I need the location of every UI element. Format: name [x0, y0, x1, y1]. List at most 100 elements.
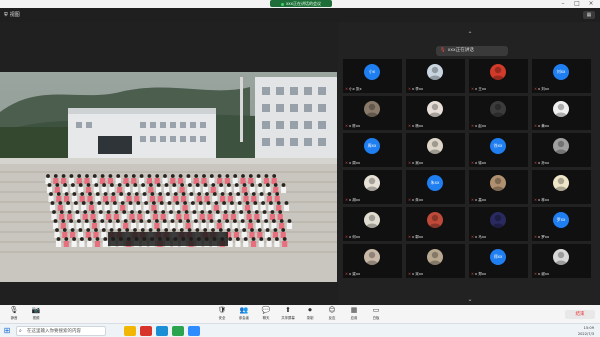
microphone-muted-icon: ✕ — [534, 198, 538, 202]
camera-button[interactable]: 📷 视频 — [26, 306, 46, 322]
chrome-icon[interactable] — [172, 326, 184, 336]
person-head — [233, 219, 237, 223]
participant-tile[interactable]: ✕x 胡xx — [343, 170, 402, 204]
person-head — [142, 192, 147, 196]
participants-button[interactable]: 👥 参会者 — [234, 306, 254, 322]
edge-icon[interactable] — [156, 326, 168, 336]
person-head — [78, 228, 83, 232]
gallery-view-button[interactable]: ▦ — [583, 11, 595, 19]
shield-button[interactable]: 🛡 安全 — [212, 306, 232, 322]
person-head — [97, 201, 102, 205]
person-head — [77, 219, 81, 223]
chevron-up-icon[interactable]: ⌃ — [466, 31, 474, 39]
person-head — [273, 183, 278, 187]
participant-tile[interactable]: ✕x 吴xx — [406, 133, 465, 167]
participant-tile[interactable]: 小x ✕小x 张x — [343, 59, 402, 93]
end-meeting-button[interactable]: 结束 — [565, 310, 595, 319]
close-icon[interactable]: × — [586, 0, 596, 8]
person-body — [85, 187, 92, 193]
person-head — [191, 201, 195, 205]
person-head — [248, 219, 253, 223]
participant-tile[interactable]: ✕x 郭xx — [406, 207, 465, 241]
person-body — [283, 205, 290, 211]
chat-button[interactable]: 💬 聊天 — [256, 306, 276, 322]
person-body — [81, 205, 87, 211]
maximize-icon[interactable]: □ — [572, 0, 582, 8]
person-head — [251, 237, 256, 241]
participant-tile[interactable]: ✕x 梁xx — [343, 244, 402, 278]
participant-tile[interactable]: ✕x 马xx — [469, 207, 528, 241]
participant-tile[interactable]: ✕x 赵xx — [469, 96, 528, 130]
participant-tile[interactable]: ✕x 谢xx — [532, 244, 591, 278]
participant-tile[interactable]: 郑xx ✕x 郑xx — [469, 244, 528, 278]
share-screen-button[interactable]: ⬆ 共享屏幕 — [278, 306, 298, 322]
chevron-down-icon[interactable]: ⌄ — [466, 296, 474, 304]
view-menu[interactable]: ⛨ 视图 — [4, 10, 20, 20]
participant-tile[interactable]: 刘xx ✕x 刘xx — [532, 59, 591, 93]
participant-tile[interactable]: ✕x 孙xx — [532, 133, 591, 167]
participant-photo-avatar — [490, 101, 506, 117]
participant-tile[interactable]: ✕x 杨xx — [406, 96, 465, 130]
participant-tile[interactable]: ✕x 高xx — [469, 170, 528, 204]
person-body — [121, 214, 127, 220]
person-body — [195, 187, 201, 193]
person-body — [115, 223, 121, 229]
participant-tile[interactable]: ✕x 王xx — [469, 59, 528, 93]
participant-tile[interactable]: ✕x 黄xx — [532, 96, 591, 130]
microphone-button[interactable]: 🎙 静音 — [4, 306, 24, 322]
person-body — [134, 196, 140, 202]
participant-tile[interactable]: ✕x 林xx — [532, 170, 591, 204]
participant-tile[interactable]: ✕x 何xx — [343, 207, 402, 241]
participant-name: ✕x 何xx — [345, 235, 361, 239]
person-body — [216, 223, 222, 229]
participant-tile[interactable]: 罗xx ✕x 罗xx — [532, 207, 591, 241]
participant-tile[interactable]: 周xx ✕x 周xx — [343, 133, 402, 167]
person-body — [244, 205, 251, 211]
person-body — [132, 187, 138, 193]
person-body — [163, 187, 170, 193]
participant-tile[interactable]: ✕x 李xx — [406, 59, 465, 93]
person-body — [162, 178, 168, 184]
person-head — [186, 219, 191, 223]
participant-tile[interactable]: ✕x 宋xx — [406, 244, 465, 278]
participant-name: ✕x 宋xx — [408, 272, 424, 276]
participant-tile[interactable]: 徐xx ✕x 徐xx — [469, 133, 528, 167]
file-explorer-icon[interactable] — [124, 326, 136, 336]
system-clock[interactable]: 15:09 2022/7/3 — [554, 325, 594, 337]
person-body — [96, 205, 102, 211]
person-head — [150, 192, 155, 196]
participant-name: ✕x 陈xx — [345, 124, 361, 128]
person-head — [133, 183, 138, 187]
person-body — [257, 232, 263, 238]
person-head — [234, 183, 239, 187]
whiteboard-button[interactable]: ▭ 白板 — [366, 306, 386, 322]
windows-start-icon[interactable]: ⊞ — [2, 326, 12, 336]
person-body — [220, 196, 226, 202]
wps-icon[interactable] — [140, 326, 152, 336]
person-head — [144, 201, 149, 205]
person-head — [49, 192, 53, 196]
person-head — [61, 174, 66, 178]
person-body — [252, 205, 258, 211]
minimize-icon[interactable]: – — [558, 0, 568, 8]
group-photo-scene — [0, 72, 337, 282]
avatar-photo — [555, 140, 567, 154]
taskbar-search-input[interactable]: ⌕ 在这里输入你要搜索的内容 — [16, 326, 106, 336]
apps-button[interactable]: ▦ 应用 — [344, 306, 364, 322]
person-head — [109, 228, 114, 232]
microphone-muted-icon: ✕ — [471, 272, 475, 276]
record-button[interactable]: ⏺ 录制 — [300, 306, 320, 322]
reaction-button[interactable]: ☺ 反应 — [322, 306, 342, 322]
window-title[interactable]: xxx正在讲话的会议 — [270, 0, 332, 7]
person-head — [233, 174, 238, 178]
person-body — [274, 196, 280, 202]
participant-tile[interactable]: 朱xx ✕x 朱xx — [406, 170, 465, 204]
person-head — [113, 201, 117, 205]
person-body — [202, 187, 209, 193]
participant-tile[interactable]: ✕x 陈xx — [343, 96, 402, 130]
microphone-muted-icon: ✕ — [345, 87, 349, 91]
person-body — [196, 196, 202, 202]
meeting-app-icon[interactable] — [188, 326, 200, 336]
person-body — [226, 187, 232, 193]
control-label: 聊天 — [262, 316, 270, 320]
